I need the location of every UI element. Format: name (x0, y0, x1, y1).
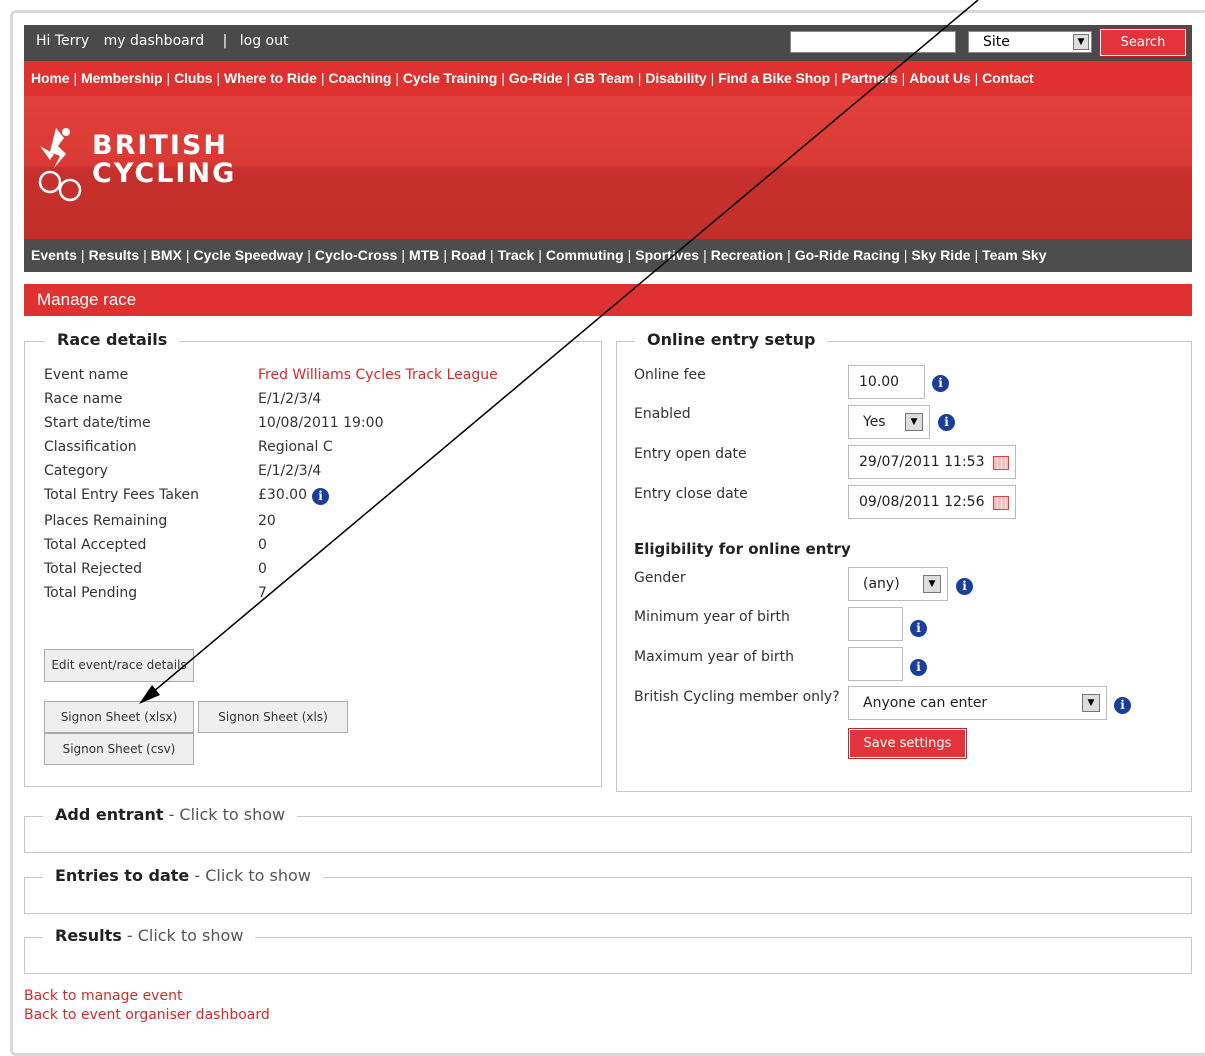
annotation-arrow (139, 0, 979, 704)
